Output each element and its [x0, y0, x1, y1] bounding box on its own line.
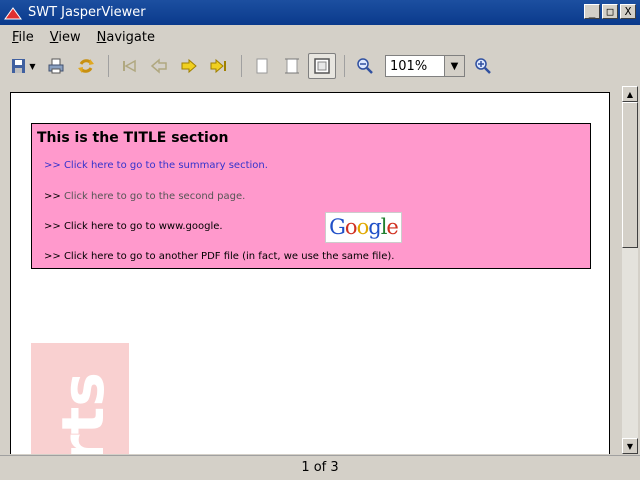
pdf-file-link[interactable]: >> Click here to go to another PDF file … [44, 251, 394, 262]
toolbar-separator [108, 55, 109, 77]
minimize-button[interactable]: _ [584, 4, 600, 19]
zoom-in-button[interactable] [469, 53, 497, 79]
section-title: This is the TITLE section [37, 130, 229, 146]
printer-icon [48, 58, 64, 74]
app-icon [4, 6, 22, 19]
toolbar-separator [241, 55, 242, 77]
save-button[interactable]: ▼ [6, 53, 40, 79]
window-title-bar[interactable]: SWT JasperViewer _ □ X [0, 0, 640, 25]
toolbar: ▼ 101% ▼ [0, 50, 640, 82]
page-status: 1 of 3 [0, 455, 640, 480]
fit-page-icon [314, 58, 330, 74]
scroll-thumb[interactable] [622, 102, 638, 248]
previous-page-button[interactable] [145, 53, 173, 79]
scroll-up-button[interactable]: ▲ [622, 86, 638, 102]
menu-file[interactable]: File [4, 30, 42, 45]
actual-size-button[interactable] [248, 53, 276, 79]
close-button[interactable]: X [620, 4, 636, 19]
next-page-button[interactable] [175, 53, 203, 79]
chevron-down-icon: ▼ [29, 61, 36, 71]
chevron-down-icon[interactable]: ▼ [444, 56, 464, 76]
fit-width-icon [285, 58, 299, 74]
toolbar-separator [344, 55, 345, 77]
arrow-right-icon [181, 58, 197, 74]
google-logo[interactable]: Google [325, 212, 402, 243]
last-page-button[interactable] [205, 53, 233, 79]
first-page-button[interactable] [115, 53, 143, 79]
fit-width-button[interactable] [278, 53, 306, 79]
reload-button[interactable] [72, 53, 100, 79]
zoom-value[interactable]: 101% [386, 59, 444, 74]
save-icon [12, 59, 26, 73]
fit-page-button[interactable] [308, 53, 336, 79]
menu-view[interactable]: View [42, 30, 89, 45]
report-viewport[interactable]: This is the TITLE section >> Click here … [0, 86, 622, 454]
title-section: This is the TITLE section >> Click here … [31, 123, 591, 269]
scroll-down-button[interactable]: ▼ [622, 438, 638, 454]
reload-icon [78, 59, 94, 73]
page-icon [256, 58, 268, 74]
report-page: This is the TITLE section >> Click here … [10, 92, 610, 454]
last-page-icon [210, 58, 226, 74]
google-link[interactable]: >> Click here to go to www.google. [44, 221, 223, 232]
zoom-select[interactable]: 101% ▼ [385, 55, 465, 77]
menu-bar: File View Navigate [0, 25, 640, 49]
vertical-scrollbar[interactable]: ▲ ▼ [622, 86, 638, 454]
zoom-out-icon [357, 58, 373, 74]
window-title: SWT JasperViewer [28, 5, 146, 20]
watermark-image: rts [31, 343, 129, 454]
print-button[interactable] [42, 53, 70, 79]
arrow-left-icon [150, 58, 167, 74]
zoom-out-button[interactable] [351, 53, 379, 79]
second-page-link[interactable]: >> Click here to go to the second page. [44, 191, 245, 202]
first-page-icon [123, 59, 136, 73]
zoom-in-icon [475, 58, 491, 74]
maximize-button[interactable]: □ [602, 4, 618, 19]
menu-navigate[interactable]: Navigate [89, 30, 163, 45]
summary-link[interactable]: >> Click here to go to the summary secti… [44, 160, 268, 171]
